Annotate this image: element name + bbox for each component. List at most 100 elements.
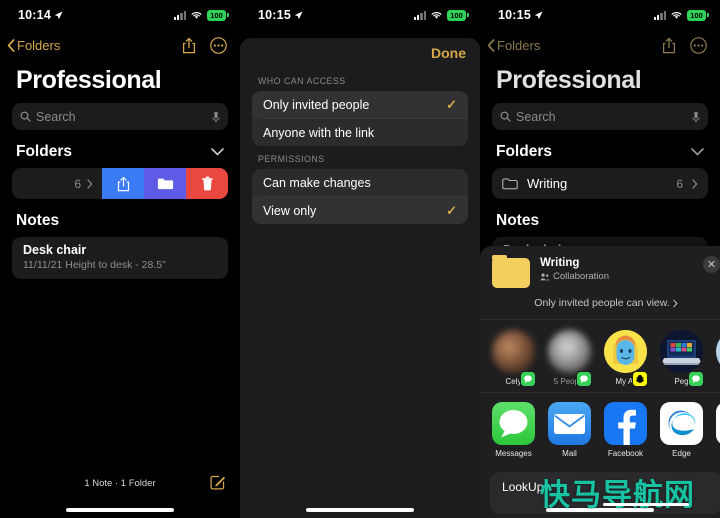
note-list-item-left[interactable]: Desk chair 11/11/21 Height to desk - 28.… bbox=[12, 237, 228, 279]
share-item-subtitle: Collaboration bbox=[553, 271, 609, 282]
status-right-right: 100 bbox=[653, 9, 709, 21]
notes-header-label-left: Notes bbox=[16, 212, 60, 229]
search-input-right[interactable]: Search bbox=[516, 110, 687, 124]
folder-thumbnail-icon bbox=[492, 255, 530, 288]
permission-option-can-make-changes[interactable]: Can make changes bbox=[252, 169, 468, 196]
wifi-icon bbox=[671, 12, 682, 19]
permission-option-can-make-changes-label: Can make changes bbox=[263, 175, 371, 190]
panel-middle: 10:15 100 Done WHO CAN ACCESS Only invit… bbox=[240, 0, 480, 518]
folder-icon bbox=[502, 178, 518, 190]
share-access-row[interactable]: Only invited people can view. bbox=[480, 288, 720, 319]
microphone-icon[interactable] bbox=[212, 111, 220, 123]
avatar bbox=[660, 330, 703, 373]
search-bar-left[interactable]: Search bbox=[12, 103, 228, 130]
snapchat-badge-icon bbox=[632, 371, 648, 387]
cellular-signal-icon bbox=[653, 10, 666, 20]
folder-row-main[interactable]: 6 bbox=[12, 168, 102, 199]
more-options-icon[interactable] bbox=[210, 36, 227, 54]
chevron-right-icon bbox=[87, 178, 93, 189]
edge-icon bbox=[660, 402, 703, 445]
sheet-toolbar: Done bbox=[240, 38, 480, 68]
share-app-messages[interactable]: Messages bbox=[492, 402, 535, 458]
battery-indicator-right: 100 bbox=[687, 9, 709, 21]
chevron-left-icon bbox=[487, 38, 495, 52]
messages-badge-icon bbox=[576, 371, 592, 387]
share-sheet-item-info: Writing Collaboration bbox=[540, 257, 609, 288]
checkmark-icon: ✓ bbox=[446, 96, 457, 112]
back-button-right[interactable]: Folders bbox=[487, 38, 540, 53]
share-contact-partial[interactable] bbox=[716, 330, 720, 386]
trash-icon bbox=[201, 176, 213, 191]
back-button-label-left: Folders bbox=[17, 37, 61, 53]
status-right-middle: 100 bbox=[413, 9, 469, 21]
swipe-move-to-folder-button[interactable] bbox=[144, 168, 186, 199]
status-time-right: 10:15 bbox=[498, 8, 543, 22]
page-title-left: Professional bbox=[16, 66, 162, 94]
share-contact-peg[interactable]: Peg bbox=[660, 330, 704, 387]
chevron-left-icon bbox=[7, 38, 15, 52]
share-contacts-row: Cely 5 People My AI Peg bbox=[480, 320, 720, 392]
folder-icon bbox=[157, 178, 173, 190]
nav-actions-right bbox=[662, 36, 707, 54]
notes-section-header-right: Notes bbox=[480, 199, 720, 237]
compose-note-button[interactable] bbox=[209, 474, 226, 496]
share-icon[interactable] bbox=[662, 37, 676, 54]
location-arrow-icon bbox=[534, 11, 543, 19]
facebook-icon bbox=[604, 402, 647, 445]
share-sheet-header: Writing Collaboration ✕ bbox=[480, 246, 720, 288]
access-option-only-invited[interactable]: Only invited people ✓ bbox=[252, 91, 468, 118]
checkmark-icon: ✓ bbox=[446, 202, 457, 218]
location-arrow-icon bbox=[54, 11, 63, 19]
share-icon[interactable] bbox=[182, 37, 196, 54]
share-contact-my-ai[interactable]: My AI bbox=[604, 330, 648, 387]
swipe-share-button[interactable] bbox=[102, 168, 144, 199]
home-indicator-left bbox=[66, 508, 174, 512]
search-icon bbox=[20, 111, 31, 122]
folder-row-count: 6 bbox=[74, 176, 81, 191]
permission-option-view-only[interactable]: View only ✓ bbox=[252, 197, 468, 224]
close-icon[interactable]: ✕ bbox=[703, 256, 720, 273]
chevron-down-icon[interactable] bbox=[691, 148, 704, 156]
cellular-signal-icon bbox=[173, 10, 186, 20]
share-access-label: Only invited people can view. bbox=[534, 297, 670, 309]
search-input-left[interactable]: Search bbox=[36, 110, 207, 124]
status-bar-right: 10:15 100 bbox=[480, 0, 720, 30]
folders-section-header-right: Folders bbox=[480, 130, 720, 168]
share-app-mail[interactable]: Mail bbox=[548, 402, 591, 458]
watermark-underline bbox=[603, 503, 689, 506]
avatar bbox=[492, 330, 535, 373]
share-contact-group[interactable]: 5 People bbox=[548, 330, 592, 387]
home-indicator-middle bbox=[306, 508, 414, 512]
share-app-name: Edge bbox=[672, 449, 691, 458]
access-option-anyone-with-link-label: Anyone with the link bbox=[263, 125, 375, 140]
share-contact-cely[interactable]: Cely bbox=[492, 330, 536, 387]
panel-left: 10:14 100 Folders Professional Search Fo… bbox=[0, 0, 240, 518]
notes-list-left: Desk chair 11/11/21 Height to desk - 28.… bbox=[12, 237, 228, 279]
back-button-left[interactable]: Folders bbox=[7, 38, 60, 53]
microphone-icon[interactable] bbox=[692, 111, 700, 123]
footer-left: 1 Note · 1 Folder bbox=[0, 470, 240, 496]
chevron-down-icon[interactable] bbox=[211, 148, 224, 156]
folders-list-right: Writing 6 bbox=[492, 168, 708, 199]
share-app-edge[interactable]: Edge bbox=[660, 402, 703, 458]
share-app-facebook[interactable]: Facebook bbox=[604, 402, 647, 458]
folder-row-swiped[interactable]: 6 bbox=[12, 168, 228, 199]
done-button[interactable]: Done bbox=[431, 45, 466, 61]
mail-icon bbox=[548, 402, 591, 445]
battery-indicator-left: 100 bbox=[207, 9, 229, 21]
swipe-delete-button[interactable] bbox=[186, 168, 228, 199]
more-options-icon[interactable] bbox=[690, 36, 707, 54]
avatar bbox=[716, 330, 720, 373]
share-app-partial[interactable] bbox=[716, 402, 720, 458]
folder-row-writing[interactable]: Writing 6 bbox=[492, 168, 708, 199]
status-time-left: 10:14 bbox=[18, 8, 63, 22]
access-option-anyone-with-link[interactable]: Anyone with the link bbox=[252, 119, 468, 146]
status-time-right-text: 10:15 bbox=[498, 8, 531, 22]
app-icon bbox=[716, 402, 720, 445]
three-panel-screenshot: 10:14 100 Folders Professional Search Fo… bbox=[0, 0, 720, 518]
search-bar-right[interactable]: Search bbox=[492, 103, 708, 130]
access-option-only-invited-label: Only invited people bbox=[263, 97, 370, 112]
nav-bar-left: Folders bbox=[0, 30, 240, 60]
status-bar-middle: 10:15 100 bbox=[240, 0, 480, 30]
folder-row-writing-label: Writing bbox=[527, 176, 568, 191]
